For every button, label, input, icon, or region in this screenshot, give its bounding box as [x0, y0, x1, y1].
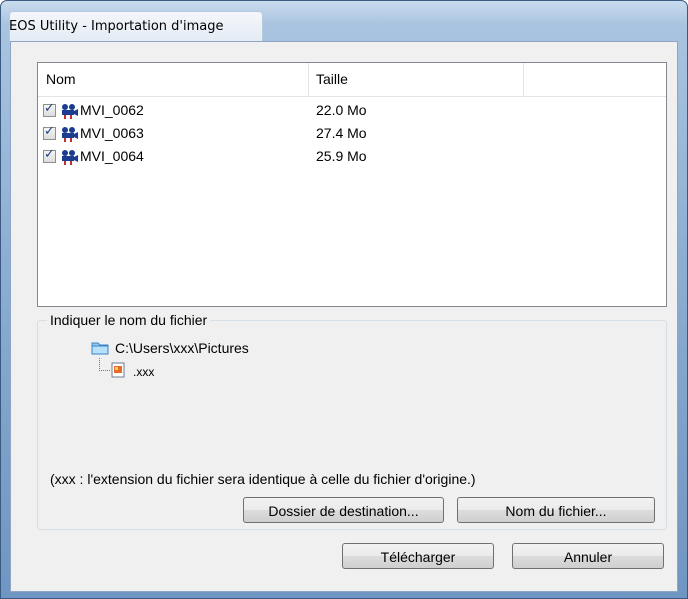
movie-camera-icon	[62, 127, 78, 142]
file-name: MVI_0063	[80, 125, 144, 141]
list-item[interactable]: MVI_0064 25.9 Mo	[38, 147, 666, 169]
window-title: EOS Utility - Importation d'image	[9, 19, 224, 34]
column-header-name[interactable]: Nom	[46, 63, 76, 96]
destination-path: C:\Users\xxx\Pictures	[115, 340, 249, 356]
row-checkbox[interactable]	[43, 124, 56, 140]
download-button[interactable]: Télécharger	[342, 543, 494, 569]
destination-folder-button[interactable]: Dossier de destination...	[243, 497, 444, 523]
file-name: MVI_0062	[80, 102, 144, 118]
column-separator[interactable]	[308, 63, 309, 96]
tree-connector	[99, 358, 110, 371]
groupbox-label: Indiquer le nom du fichier	[47, 312, 211, 328]
file-name: MVI_0064	[80, 148, 144, 164]
movie-camera-icon	[62, 150, 78, 165]
list-item[interactable]: MVI_0062 22.0 Mo	[38, 101, 666, 123]
extension-note: (xxx : l'extension du fichier sera ident…	[50, 471, 476, 487]
file-size: 27.4 Mo	[316, 125, 367, 141]
movie-camera-icon	[62, 104, 78, 119]
dialog-window: EOS Utility - Importation d'image Nom Ta…	[0, 0, 688, 599]
file-icon	[111, 362, 125, 378]
row-checkbox[interactable]	[43, 147, 56, 163]
list-item[interactable]: MVI_0063 27.4 Mo	[38, 124, 666, 146]
folder-icon	[91, 342, 109, 355]
file-size: 25.9 Mo	[316, 148, 367, 164]
file-name-button[interactable]: Nom du fichier...	[457, 497, 655, 523]
list-header: Nom Taille	[38, 63, 666, 97]
column-header-size[interactable]: Taille	[316, 63, 348, 96]
cancel-button[interactable]: Annuler	[512, 543, 664, 569]
file-list[interactable]: Nom Taille MVI_0062 22.0 Mo	[37, 62, 667, 307]
file-size: 22.0 Mo	[316, 102, 367, 118]
dialog-client-area: Nom Taille MVI_0062 22.0 Mo	[10, 41, 678, 592]
row-checkbox[interactable]	[43, 101, 56, 117]
file-extension: .xxx	[133, 365, 155, 379]
column-separator[interactable]	[523, 63, 524, 96]
